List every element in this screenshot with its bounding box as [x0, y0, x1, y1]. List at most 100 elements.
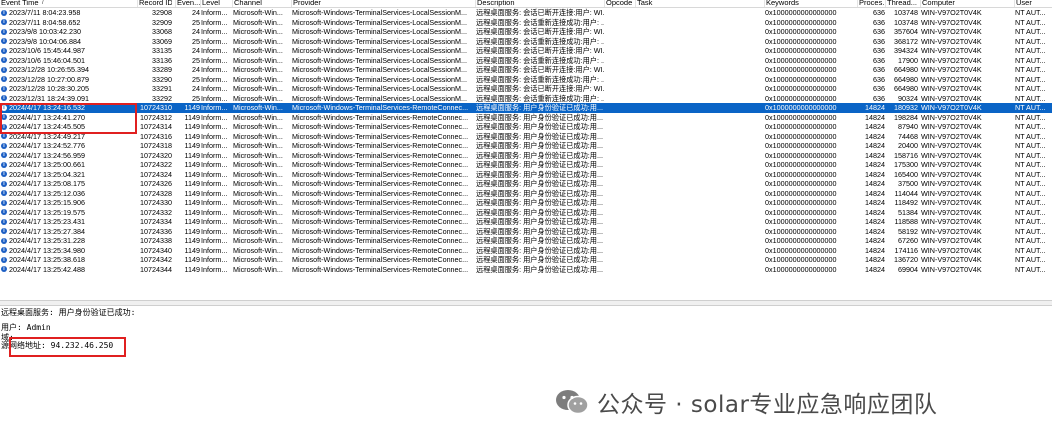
cell-time: 2024/4/17 13:25:27.384: [9, 226, 85, 236]
table-row[interactable]: i 2024/4/17 13:25:04.321 10724324 1149 Infor…: [0, 170, 1052, 180]
cell-keywords: 0x1000000000000000: [765, 122, 837, 131]
cell-process: 636: [873, 36, 885, 46]
cell-user: NT AUT...: [1015, 103, 1046, 112]
cell-thread: 74468: [898, 131, 918, 141]
cell-description: 远程桌面服务: 用户身份验证已成功:用...: [476, 264, 603, 274]
info-level-icon: i: [1, 247, 7, 253]
cell-time: 2024/4/17 13:24:16.532: [9, 103, 85, 112]
cell-record: 33290: [152, 74, 172, 84]
table-row[interactable]: i 2024/4/17 13:24:16.532 10724310 1149 Infor…: [0, 103, 1052, 113]
cell-computer: WIN-V97O2T0V4K: [921, 65, 982, 74]
sort-indicator-icon: /: [42, 0, 44, 6]
cell-record: 10724338: [140, 236, 172, 245]
cell-event: 1149: [184, 112, 200, 122]
cell-event: 25: [192, 17, 200, 27]
cell-record: 33291: [152, 84, 172, 93]
table-row[interactable]: i 2023/12/28 10:27:00.879 33290 25 Inform...…: [0, 75, 1052, 85]
cell-time: 2024/4/17 13:25:15.906: [9, 198, 85, 207]
cell-computer: WIN-V97O2T0V4K: [921, 150, 982, 160]
table-row[interactable]: i 2024/4/17 13:24:52.776 10724318 1149 Infor…: [0, 141, 1052, 151]
cell-time: 2024/4/17 13:25:19.575: [9, 207, 85, 217]
info-level-icon: i: [1, 266, 7, 272]
table-row[interactable]: i 2024/4/17 13:24:49.217 10724316 1149 Infor…: [0, 132, 1052, 142]
cell-event: 1149: [184, 141, 200, 150]
table-row[interactable]: i 2024/4/17 13:24:45.505 10724314 1149 Infor…: [0, 122, 1052, 132]
cell-keywords: 0x1000000000000000: [765, 103, 837, 112]
column-header-task[interactable]: Task: [635, 0, 764, 7]
cell-time: 2024/4/17 13:24:52.776: [9, 141, 85, 150]
table-row[interactable]: i 2023/9/8 10:04:06.884 33069 25 Inform... Mi…: [0, 37, 1052, 47]
cell-thread: 368172: [894, 36, 918, 46]
column-header-level[interactable]: Level: [200, 0, 232, 7]
cell-user: NT AUT...: [1015, 169, 1046, 179]
column-header-description[interactable]: Description: [475, 0, 604, 7]
cell-channel: Microsoft-Win...: [233, 217, 283, 226]
column-header-opcode[interactable]: Opcode: [604, 0, 635, 7]
cell-process: 636: [873, 8, 885, 17]
column-header-computer[interactable]: Computer: [920, 0, 1013, 7]
info-level-icon: i: [1, 199, 7, 206]
table-row[interactable]: i 2024/4/17 13:25:27.384 10724336 1149 Infor…: [0, 227, 1052, 237]
info-level-icon: i: [1, 256, 7, 263]
cell-time: 2024/4/17 13:24:56.959: [9, 150, 85, 160]
cell-provider: Microsoft-Windows-TerminalServices-Local…: [292, 93, 467, 103]
table-row[interactable]: i 2024/4/17 13:25:15.906 10724330 1149 Infor…: [0, 198, 1052, 208]
table-row[interactable]: i 2024/4/17 13:25:34.980 10724340 1149 Infor…: [0, 246, 1052, 256]
detail-user: 用户: Admin: [1, 323, 51, 332]
table-row[interactable]: i 2024/4/17 13:25:08.175 10724326 1149 Infor…: [0, 179, 1052, 189]
table-row[interactable]: i 2023/7/11 8:04:58.652 32909 25 Inform... Mi…: [0, 18, 1052, 28]
column-header-process[interactable]: Proces...: [857, 0, 885, 7]
cell-user: NT AUT...: [1015, 179, 1046, 188]
table-row[interactable]: i 2023/12/28 10:26:55.394 33289 24 Inform...…: [0, 65, 1052, 75]
cell-level: Inform...: [201, 264, 228, 274]
cell-time: 2023/7/11 8:04:23.958: [9, 8, 81, 17]
cell-event: 1149: [184, 179, 200, 188]
cell-keywords: 0x1000000000000000: [765, 112, 837, 122]
column-header-thread[interactable]: Thread...: [885, 0, 918, 7]
table-row[interactable]: i 2023/10/6 15:46:04.501 33136 25 Inform... M…: [0, 56, 1052, 66]
table-row[interactable]: i 2024/4/17 13:25:19.575 10724332 1149 Infor…: [0, 208, 1052, 218]
cell-provider: Microsoft-Windows-TerminalServices-Local…: [292, 8, 467, 17]
table-row[interactable]: i 2023/7/11 8:04:23.958 32908 24 Inform... Mi…: [0, 8, 1052, 18]
cell-provider: Microsoft-Windows-TerminalServices-Remot…: [292, 245, 469, 255]
table-row[interactable]: i 2024/4/17 13:25:23.431 10724334 1149 Infor…: [0, 217, 1052, 227]
column-header-keywords[interactable]: Keywords: [764, 0, 857, 7]
table-row[interactable]: i 2024/4/17 13:24:41.270 10724312 1149 Infor…: [0, 113, 1052, 123]
column-header-event[interactable]: Even...: [175, 0, 200, 7]
cell-event: 24: [192, 65, 200, 74]
cell-keywords: 0x1000000000000000: [765, 65, 837, 74]
info-level-icon: i: [1, 237, 7, 244]
table-row[interactable]: i 2024/4/17 13:25:38.618 10724342 1149 Infor…: [0, 255, 1052, 265]
column-header-channel[interactable]: Channel: [232, 0, 291, 7]
cell-process: 636: [873, 74, 885, 84]
cell-time: 2024/4/17 13:25:31.228: [9, 236, 85, 245]
cell-level: Inform...: [201, 207, 228, 217]
cell-keywords: 0x1000000000000000: [765, 46, 837, 55]
cell-level: Inform...: [201, 150, 228, 160]
cell-time: 2023/12/28 10:28:30.205: [9, 84, 89, 93]
cell-provider: Microsoft-Windows-TerminalServices-Remot…: [292, 207, 469, 217]
table-row[interactable]: i 2024/4/17 13:24:56.959 10724320 1149 Infor…: [0, 151, 1052, 161]
column-header-provider[interactable]: Provider: [291, 0, 474, 7]
cell-thread: 198284: [894, 112, 918, 122]
cell-computer: WIN-V97O2T0V4K: [921, 245, 982, 255]
table-row[interactable]: i 2023/10/6 15:45:44.987 33135 24 Inform... M…: [0, 46, 1052, 56]
table-row[interactable]: i 2024/4/17 13:25:00.661 10724322 1149 Infor…: [0, 160, 1052, 170]
table-row[interactable]: i 2023/12/31 18:24:39.091 33292 25 Inform...…: [0, 94, 1052, 104]
cell-provider: Microsoft-Windows-TerminalServices-Remot…: [292, 255, 469, 264]
table-row[interactable]: i 2023/12/28 10:28:30.205 33291 24 Inform...…: [0, 84, 1052, 94]
info-level-icon: i: [1, 161, 7, 168]
cell-record: 33068: [152, 27, 172, 36]
cell-channel: Microsoft-Win...: [233, 103, 283, 112]
table-row[interactable]: i 2024/4/17 13:25:42.488 10724344 1149 Infor…: [0, 265, 1052, 275]
cell-provider: Microsoft-Windows-TerminalServices-Remot…: [292, 198, 469, 207]
column-header-record[interactable]: Record ID: [137, 0, 172, 7]
column-header-user[interactable]: User: [1014, 0, 1052, 7]
table-row[interactable]: i 2023/9/8 10:03:42.230 33068 24 Inform... Mi…: [0, 27, 1052, 37]
cell-record: 10724328: [140, 188, 172, 198]
cell-user: NT AUT...: [1015, 226, 1046, 236]
column-header-time[interactable]: Event Time: [0, 0, 137, 7]
cell-time: 2024/4/17 13:25:12.036: [9, 188, 85, 198]
table-row[interactable]: i 2024/4/17 13:25:12.036 10724328 1149 Infor…: [0, 189, 1052, 199]
table-row[interactable]: i 2024/4/17 13:25:31.228 10724338 1149 Infor…: [0, 236, 1052, 246]
